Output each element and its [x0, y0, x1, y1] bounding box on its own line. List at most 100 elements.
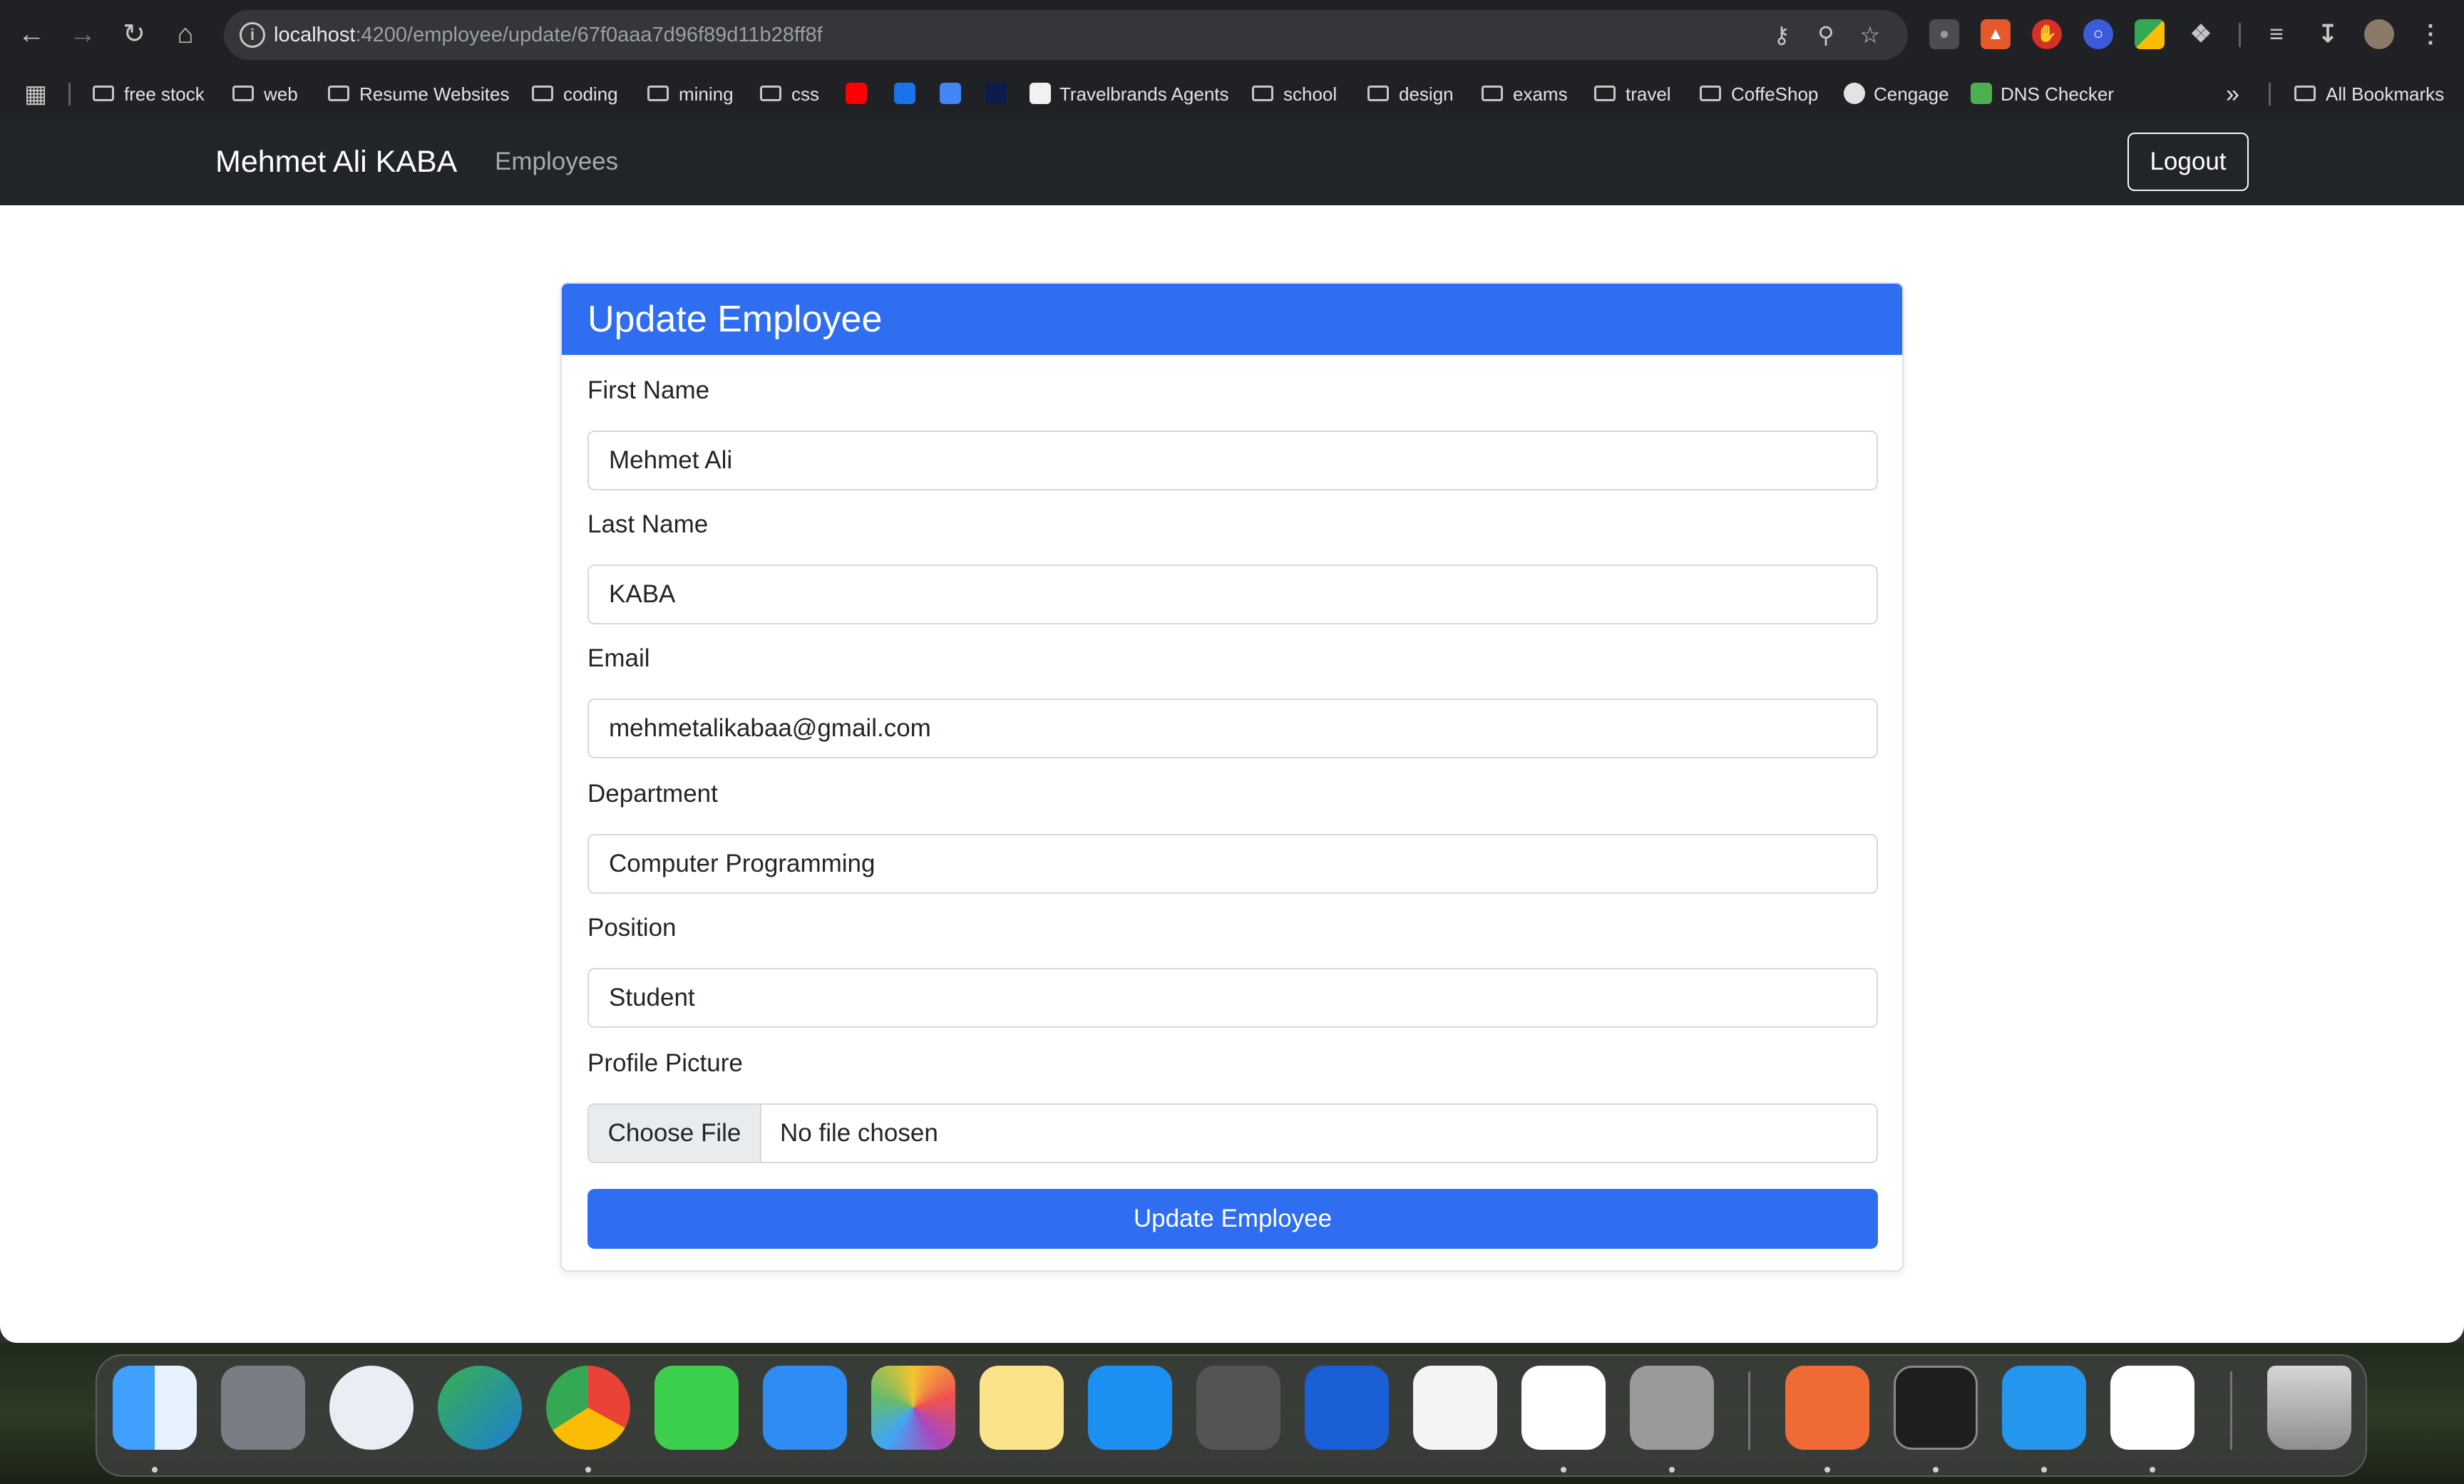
bookmark-star-icon[interactable]: ☆ [1855, 20, 1885, 50]
finder-icon[interactable] [113, 1366, 197, 1450]
folder-icon [760, 86, 781, 102]
update-employee-card: Update Employee First Name Last Name Ema… [560, 282, 1904, 1272]
url-text[interactable]: localhost:4200/employee/update/67f0aaa7d… [274, 10, 823, 60]
chrome-icon[interactable] [546, 1366, 630, 1450]
profile-avatar-icon[interactable] [2364, 19, 2394, 49]
bookmark-folder[interactable]: web [232, 70, 298, 118]
bookmark-label: Resume Websites [359, 83, 510, 105]
bookmark-folder[interactable]: coding [532, 70, 618, 118]
back-icon[interactable]: ← [13, 16, 50, 53]
department-input[interactable] [587, 834, 1878, 894]
edge-icon[interactable] [438, 1366, 522, 1450]
calculator-icon[interactable] [1196, 1366, 1280, 1450]
extension-hand-icon[interactable]: ✋ [2032, 19, 2062, 49]
running-indicator [1669, 1467, 1675, 1473]
navbar-brand[interactable]: Mehmet Ali KABA [215, 118, 457, 205]
site-info-icon[interactable]: i [240, 22, 265, 48]
bookmark-link[interactable]: Travelbrands Agents [1030, 70, 1229, 118]
more-bookmarks-icon[interactable]: » [2226, 70, 2239, 118]
extension-fox-icon[interactable]: ▲ [1981, 19, 2011, 49]
folder-icon [1594, 86, 1616, 102]
slash-bookmark[interactable] [985, 70, 1015, 118]
reading-list-icon[interactable]: ≡ [2262, 19, 2291, 49]
word-icon[interactable] [2110, 1366, 2194, 1450]
reload-icon[interactable]: ↻ [115, 16, 153, 53]
folder-icon [2294, 86, 2316, 102]
bookmark-label: web [264, 83, 298, 105]
photos-icon[interactable] [871, 1366, 955, 1450]
vscode-icon[interactable] [1521, 1366, 1606, 1450]
messages-icon[interactable] [654, 1366, 739, 1450]
position-input[interactable] [587, 968, 1878, 1028]
bookmark-label: Cengage [1874, 83, 1949, 105]
bookmark-label: DNS Checker [2001, 83, 2114, 105]
running-indicator [2041, 1467, 2047, 1473]
bookmark-label: travel [1626, 83, 1671, 105]
apps-grid-icon[interactable]: ▦ [24, 70, 47, 118]
logout-button[interactable]: Logout [2127, 133, 2249, 191]
email-input[interactable] [587, 699, 1878, 758]
url-path: :4200/employee/update/67f0aaa7d96f89d11b… [355, 24, 823, 46]
update-employee-button[interactable]: Update Employee [587, 1189, 1878, 1249]
last-name-input[interactable] [587, 565, 1878, 624]
running-indicator [1933, 1467, 1939, 1473]
xcode-icon[interactable] [1305, 1366, 1389, 1450]
bookmark-folder[interactable]: free stock [93, 70, 205, 118]
running-indicator [1561, 1467, 1566, 1473]
terminal-icon[interactable] [1894, 1366, 1978, 1450]
notes-icon[interactable] [980, 1366, 1064, 1450]
bookmark-folder[interactable]: travel [1594, 70, 1671, 118]
instruments-icon[interactable] [1413, 1366, 1497, 1450]
bookmark-folder[interactable]: CoffeShop [1700, 70, 1818, 118]
extensions-puzzle-icon[interactable]: ❖ [2186, 19, 2216, 49]
first-name-input[interactable] [587, 431, 1878, 490]
bookmark-link[interactable]: Cengage [1844, 70, 1949, 118]
bookmark-label: All Bookmarks [2326, 83, 2445, 105]
running-indicator [1824, 1467, 1830, 1473]
extension-icon[interactable]: ● [1929, 19, 1959, 49]
launchpad-icon[interactable] [221, 1366, 305, 1450]
choose-file-button[interactable]: Choose File [589, 1105, 761, 1162]
bookmark-folder[interactable]: exams [1482, 70, 1568, 118]
travelbrands-icon [1030, 83, 1051, 105]
bookmark-folder[interactable]: design [1367, 70, 1454, 118]
bookmark-label: mining [679, 83, 734, 105]
bookmarks-divider [68, 83, 71, 105]
app-navbar: Mehmet Ali KABA Employees Logout [0, 118, 2464, 205]
bookmark-link[interactable]: DNS Checker [1971, 70, 2114, 118]
mail-icon[interactable] [763, 1366, 847, 1450]
profile-picture-file-input[interactable]: Choose File No file chosen [587, 1103, 1878, 1163]
extension-grid-icon[interactable] [2135, 19, 2165, 49]
folder-icon [1252, 86, 1273, 102]
card-title: Update Employee [587, 299, 883, 340]
home-icon[interactable]: ⌂ [167, 16, 204, 53]
safari-icon[interactable] [329, 1366, 414, 1450]
bookmark-folder[interactable]: css [760, 70, 819, 118]
youtube-bookmark[interactable] [846, 70, 876, 118]
docker-icon[interactable] [2002, 1366, 2086, 1450]
simulator-icon[interactable] [1630, 1366, 1714, 1450]
bookmark-folder[interactable]: Resume Websites [328, 70, 510, 118]
extension-circle-icon[interactable]: ○ [2083, 19, 2113, 49]
bookmark-label: exams [1513, 83, 1568, 105]
all-bookmarks-folder[interactable]: All Bookmarks [2294, 70, 2444, 118]
download-icon[interactable]: ↧ [2313, 19, 2343, 49]
nav-link-employees[interactable]: Employees [495, 118, 618, 205]
slash-icon [985, 83, 1007, 105]
translate-bookmark[interactable] [940, 70, 970, 118]
forward-icon[interactable]: → [64, 16, 101, 53]
calendar-bookmark[interactable] [894, 70, 924, 118]
calendar-icon [894, 83, 915, 105]
postman-icon[interactable] [1785, 1366, 1869, 1450]
folder-icon [232, 86, 254, 102]
menu-kebab-icon[interactable]: ⋮ [2416, 19, 2445, 49]
password-key-icon[interactable]: ⚷ [1767, 20, 1797, 50]
address-bar[interactable]: i localhost:4200/employee/update/67f0aaa… [224, 10, 1908, 60]
zoom-icon[interactable]: ⚲ [1811, 20, 1841, 50]
trash-icon[interactable] [2267, 1366, 2351, 1450]
bookmark-folder[interactable]: mining [647, 70, 734, 118]
bookmark-label: CoffeShop [1731, 83, 1819, 105]
bookmark-folder[interactable]: school [1252, 70, 1337, 118]
folder-icon [328, 86, 349, 102]
app-store-icon[interactable] [1088, 1366, 1172, 1450]
